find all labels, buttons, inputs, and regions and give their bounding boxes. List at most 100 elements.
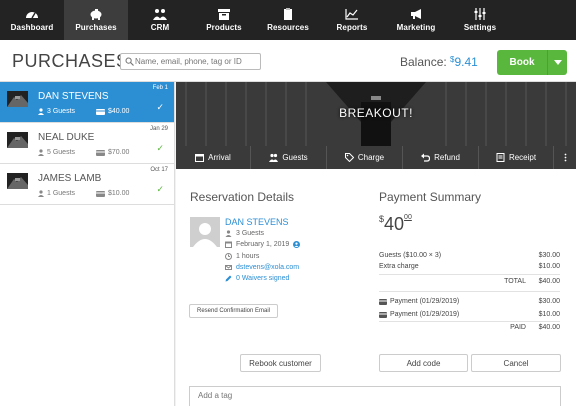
booking-date: Jan 29 (149, 126, 168, 132)
book-button[interactable]: Book (497, 50, 567, 75)
nav-label: Reports (336, 23, 368, 32)
booking-price-text: $70.00 (108, 149, 130, 156)
booking-thumbnail (7, 91, 28, 107)
payment-amount: 40 (384, 214, 405, 234)
line-item-value: $10.00 (538, 263, 560, 270)
cancel-button[interactable]: Cancel (471, 354, 561, 372)
payment-row: Payment (01/29/2019) $10.00 (379, 311, 560, 318)
more-vertical-icon (564, 153, 566, 162)
charge-button[interactable]: Charge (327, 146, 403, 169)
credit-card-icon (379, 298, 387, 305)
receipt-label: Receipt (508, 153, 537, 162)
waivers-text[interactable]: 0 Waivers signed (236, 275, 289, 282)
nav-crm[interactable]: CRM (128, 0, 192, 40)
booking-thumbnail (7, 173, 28, 189)
tag-input[interactable] (198, 391, 498, 400)
divider (379, 321, 560, 322)
tag-box[interactable] (189, 386, 561, 406)
nav-label: Dashboard (10, 23, 54, 32)
payment-row: Payment (01/29/2019) $30.00 (379, 298, 560, 305)
payment-row-value: $30.00 (538, 298, 560, 305)
nav-products[interactable]: Products (192, 0, 256, 40)
person-icon (38, 149, 44, 156)
total-label: TOTAL (504, 278, 526, 285)
search-box[interactable] (120, 53, 261, 70)
user-circle-icon (293, 241, 301, 248)
more-button[interactable] (554, 146, 576, 169)
booking-date: Oct 17 (150, 167, 168, 173)
customer-name-link[interactable]: DAN STEVENS (225, 217, 289, 227)
speedometer-icon (26, 12, 38, 19)
nav-settings[interactable]: Settings (448, 0, 512, 40)
booking-price-text: $40.00 (108, 108, 130, 115)
booking-price-text: $10.00 (108, 190, 130, 197)
reservation-guests: 3 Guests (225, 230, 264, 237)
receipt-button[interactable]: Receipt (479, 146, 554, 169)
booking-guests: 5 Guests (38, 149, 75, 156)
book-dropdown[interactable] (547, 50, 567, 75)
reservation-date-text: February 1, 2019 (236, 241, 290, 248)
reservation-guests-text: 3 Guests (236, 230, 265, 237)
booking-price: $10.00 (96, 190, 129, 197)
total-value: $40.00 (538, 278, 560, 285)
reservation-email[interactable]: dstevens@xola.com (225, 264, 299, 271)
book-button-label[interactable]: Book (497, 50, 547, 75)
nav-dashboard[interactable]: Dashboard (0, 0, 64, 40)
guests-button[interactable]: Guests (251, 146, 327, 169)
person-icon (38, 108, 44, 115)
booking-price: $40.00 (96, 108, 129, 115)
booking-guests-text: 3 Guests (47, 108, 76, 115)
people-icon (269, 153, 279, 162)
nav-label: CRM (150, 23, 170, 32)
line-item-label: Guests ($10.00 × 3) (379, 252, 442, 259)
line-item-value: $30.00 (538, 252, 560, 259)
reservation-email-text[interactable]: dstevens@xola.com (236, 264, 299, 271)
balance-label: Balance: (400, 55, 447, 69)
pen-icon (225, 275, 232, 282)
product-banner: BREAKOUT! (176, 82, 576, 146)
nav-purchases[interactable]: Purchases (64, 0, 128, 40)
envelope-icon (225, 265, 232, 270)
payment-title: Payment Summary (379, 190, 482, 204)
nav-reports[interactable]: Reports (320, 0, 384, 40)
reservation-title: Reservation Details (190, 190, 295, 204)
people-icon (153, 9, 167, 20)
payment-total-big: $4000 (379, 214, 412, 235)
clipboard-icon (284, 8, 292, 20)
tag-icon (344, 153, 354, 162)
action-bar: Arrival Guests Charge Refund Receipt (176, 146, 576, 169)
paid-label: PAID (510, 324, 526, 331)
nav-resources[interactable]: Resources (256, 0, 320, 40)
rebook-customer-button[interactable]: Rebook customer (240, 354, 321, 372)
booking-item[interactable]: DAN STEVENS Feb 1 3 Guests $40.00 ✓ (0, 82, 174, 123)
line-chart-icon (345, 9, 358, 20)
resend-confirmation-button[interactable]: Resend Confirmation Email (189, 304, 278, 318)
refund-button[interactable]: Refund (403, 146, 479, 169)
nav-label: Settings (463, 23, 497, 32)
arrival-button[interactable]: Arrival (176, 146, 251, 169)
booking-name: NEAL DUKE (38, 132, 95, 143)
page-title: PURCHASES (12, 51, 129, 71)
line-item: Guests ($10.00 × 3) $30.00 (379, 252, 560, 259)
guests-label: Guests (282, 153, 308, 162)
booking-date: Feb 1 (152, 85, 168, 91)
booking-item[interactable]: NEAL DUKE Jan 29 5 Guests $70.00 ✓ (0, 123, 174, 164)
nav-label: Purchases (75, 23, 117, 32)
checkmark-icon: ✓ (156, 143, 164, 153)
booking-price: $70.00 (96, 149, 129, 156)
payment-row-label: Payment (01/29/2019) (390, 298, 460, 305)
divider (379, 274, 560, 275)
nav-label: Resources (267, 23, 309, 32)
nav-marketing[interactable]: Marketing (384, 0, 448, 40)
balance: Balance: $9.41 (400, 55, 478, 69)
reservation-duration-text: 1 hours (236, 253, 260, 260)
payment-row-value: $10.00 (538, 311, 560, 318)
reservation-duration: 1 hours (225, 253, 259, 260)
add-code-button[interactable]: Add code (379, 354, 468, 372)
payment-row-label: Payment (01/29/2019) (390, 311, 460, 318)
sliders-icon (474, 8, 486, 20)
search-input[interactable] (135, 55, 259, 68)
booking-name: DAN STEVENS (38, 91, 109, 102)
booking-item[interactable]: JAMES LAMB Oct 17 1 Guests $10.00 ✓ (0, 164, 174, 205)
waivers-link[interactable]: 0 Waivers signed (225, 275, 289, 282)
